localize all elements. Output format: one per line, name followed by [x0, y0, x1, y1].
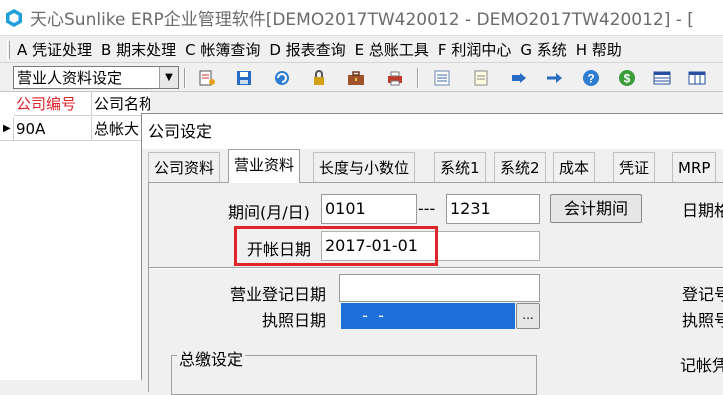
menu-ledger-tools[interactable]: E 总账工具: [355, 39, 429, 60]
new-record-icon[interactable]: [197, 68, 217, 88]
row-selector-icon[interactable]: ▶: [0, 117, 14, 141]
payment-settings-label: 总缴设定: [177, 346, 246, 370]
dialog-title: 公司设定: [142, 114, 723, 149]
currency-icon[interactable]: $: [617, 68, 637, 88]
business-info-panel: 期间(月/日) 0101 --- 1231 会计期间 日期格 开帐日期 2017…: [148, 182, 723, 395]
business-reg-date-input[interactable]: [339, 274, 540, 302]
tab-system-1[interactable]: 系统1: [434, 152, 486, 182]
briefcase-icon[interactable]: [346, 68, 366, 88]
chevron-down-icon[interactable]: ▼: [159, 67, 178, 88]
period-label: 期间(月/日): [228, 203, 310, 222]
date-format-label: 日期格: [682, 201, 723, 220]
export-arrow-icon[interactable]: [544, 68, 564, 88]
printer-icon[interactable]: [385, 68, 405, 88]
module-select[interactable]: 营业人资料设定 ▼: [13, 66, 179, 89]
section-divider: [149, 267, 723, 269]
module-select-value: 营业人资料设定: [17, 69, 123, 87]
tab-business-info[interactable]: 营业资料: [228, 149, 301, 183]
tab-cost[interactable]: 成本: [553, 152, 596, 182]
lock-icon[interactable]: [309, 68, 329, 88]
period-end-input[interactable]: 1231: [446, 194, 540, 224]
help-icon[interactable]: ?: [581, 68, 601, 88]
license-date-picker-button[interactable]: ...: [516, 303, 540, 329]
menu-help[interactable]: H 帮助: [576, 39, 622, 60]
menu-bar: A 凭证处理 B 期末处理 C 帐簿查询 D 报表查询 E 总账工具 F 利润中…: [0, 37, 723, 63]
menu-voucher[interactable]: A 凭证处理: [17, 39, 92, 60]
accounting-period-button[interactable]: 会计期间: [550, 194, 642, 223]
license-date-input[interactable]: - -: [341, 303, 515, 329]
note-icon[interactable]: [471, 68, 491, 88]
menu-period-end[interactable]: B 期末处理: [101, 39, 176, 60]
toolbar: 营业人资料设定 ▼ ? $: [0, 64, 723, 92]
column-header-company-id[interactable]: 公司编号: [14, 92, 92, 116]
cell-company-id[interactable]: 90A: [14, 117, 92, 141]
list-view-icon[interactable]: [432, 68, 452, 88]
voucher-label: 记帐凭: [680, 356, 723, 375]
tab-company-info[interactable]: 公司资料: [148, 152, 221, 182]
svg-text:?: ?: [587, 72, 594, 86]
highlight-box: [234, 226, 438, 266]
save-icon[interactable]: [234, 68, 254, 88]
toolbar-separator: [417, 68, 419, 88]
menu-grip: [7, 40, 10, 59]
title-bar: 天心Sunlike ERP企业管理软件[DEMO2017TW420012 - D…: [0, 0, 723, 36]
tab-mrp[interactable]: MRP: [672, 152, 717, 182]
menu-ledger-query[interactable]: C 帐簿查询: [185, 39, 260, 60]
refresh-icon[interactable]: [272, 68, 292, 88]
window-title: 天心Sunlike ERP企业管理软件[DEMO2017TW420012 - D…: [30, 10, 694, 30]
period-start-input[interactable]: 0101: [321, 194, 417, 224]
svg-text:$: $: [624, 72, 631, 86]
grid-icon[interactable]: [687, 68, 707, 88]
toolbar-separator: [184, 68, 186, 88]
company-settings-dialog: 公司设定 公司资料 营业资料 长度与小数位 系统1 系统2 成本 凭证 MRP …: [141, 113, 723, 395]
export-icon[interactable]: [509, 68, 529, 88]
tab-voucher[interactable]: 凭证: [613, 152, 656, 182]
business-reg-date-label: 营业登记日期: [230, 285, 327, 304]
tab-system-2[interactable]: 系统2: [494, 152, 546, 182]
registration-number-label: 登记号: [682, 285, 723, 304]
app-logo-icon: [4, 8, 24, 28]
menu-profit-center[interactable]: F 利润中心: [438, 39, 511, 60]
company-grid: 公司编号 公司名称 ▶ 90A 总帐大: [0, 92, 150, 380]
menu-report-query[interactable]: D 报表查询: [269, 39, 345, 60]
period-separator: ---: [418, 199, 436, 218]
license-date-label: 执照日期: [262, 311, 327, 330]
tab-length-decimals[interactable]: 长度与小数位: [313, 152, 416, 182]
menu-system[interactable]: G 系统: [520, 39, 566, 60]
table-icon[interactable]: [652, 68, 672, 88]
license-number-label: 执照号: [682, 311, 723, 330]
